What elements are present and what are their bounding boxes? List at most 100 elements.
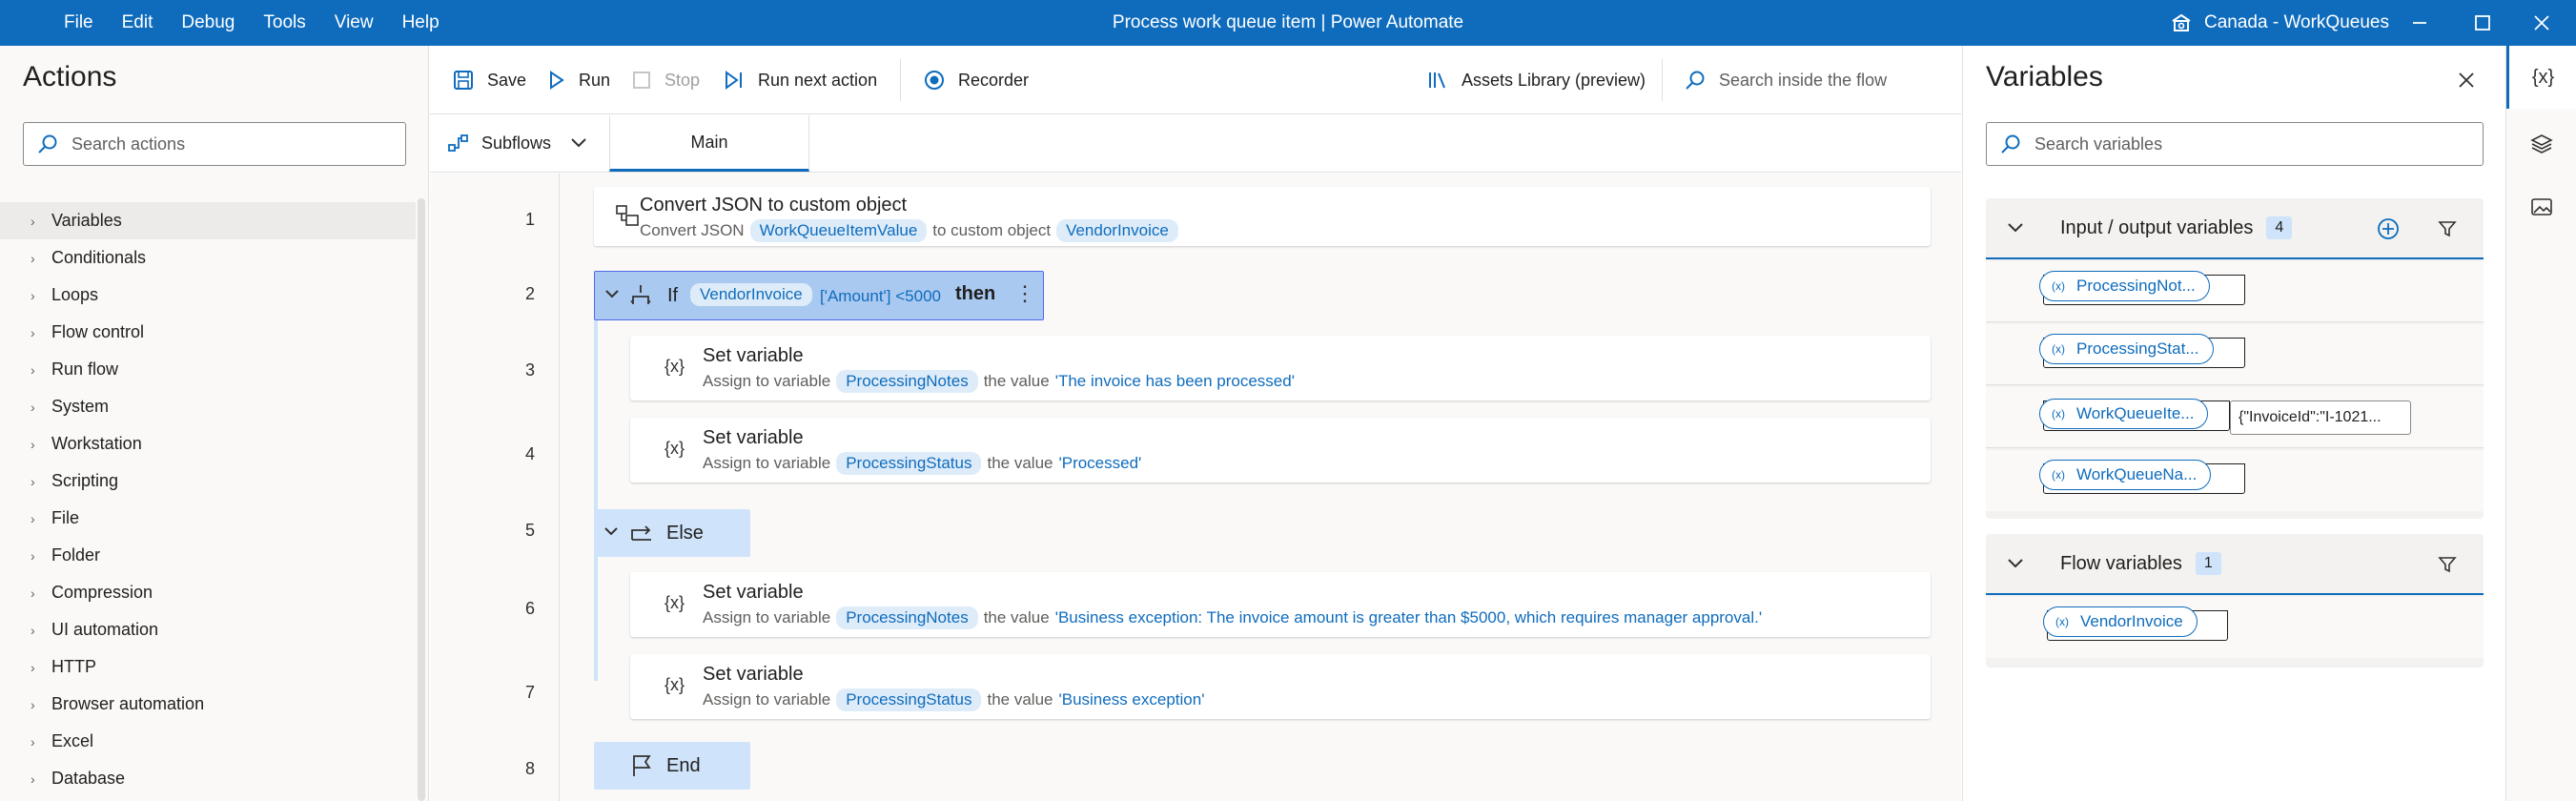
if-keyword: If (667, 285, 679, 306)
variable-row[interactable]: (x) WorkQueueNa... (1986, 450, 2484, 511)
variable-row[interactable]: (x) WorkQueueIte... {"InvoiceId":"I-1021.… (1986, 387, 2484, 448)
category-database[interactable]: › Database (0, 760, 416, 797)
category-loops[interactable]: › Loops (0, 277, 416, 314)
category-ui-automation[interactable]: › UI automation (0, 611, 416, 648)
menu-help[interactable]: Help (388, 12, 454, 33)
run-next-action-button[interactable]: Run next action (724, 46, 877, 114)
menu-view[interactable]: View (320, 12, 388, 33)
category-workstation[interactable]: › Workstation (0, 425, 416, 462)
variable-token[interactable]: VendorInvoice (690, 283, 812, 306)
desc-text: the value (983, 608, 1050, 626)
chevron-right-icon: › (31, 213, 35, 229)
category-browser-automation[interactable]: › Browser automation (0, 686, 416, 723)
recorder-label: Recorder (958, 70, 1030, 90)
variable-token[interactable]: ProcessingStatus (836, 688, 982, 711)
menu-edit[interactable]: Edit (108, 12, 168, 33)
line-number: 5 (524, 521, 535, 540)
category-scripting[interactable]: › Scripting (0, 462, 416, 500)
category-excel[interactable]: › Excel (0, 723, 416, 760)
category-label: Folder (51, 545, 101, 565)
category-compression[interactable]: › Compression (0, 574, 416, 611)
action-set-variable-status[interactable]: {x} Set variable Assign to variable Proc… (630, 418, 1931, 483)
variable-value-field[interactable]: {"InvoiceId":"I-1021... (2230, 400, 2411, 435)
ui-elements-rail-button[interactable] (2506, 113, 2576, 175)
category-variables[interactable]: › Variables (0, 202, 416, 239)
action-set-variable-status-exception[interactable]: {x} Set variable Assign to variable Proc… (630, 654, 1931, 719)
search-flow-input[interactable]: Search inside the flow (1685, 46, 1887, 114)
category-conditionals[interactable]: › Conditionals (0, 239, 416, 277)
literal-value: 'Business exception' (1058, 690, 1205, 709)
menu-debug[interactable]: Debug (167, 12, 249, 33)
chevron-down-icon (571, 138, 586, 148)
close-icon[interactable] (2457, 71, 2476, 90)
if-block-header[interactable]: If VendorInvoice ['Amount'] <5000 then ⋮ (594, 271, 1044, 320)
assets-library-button[interactable]: Assets Library (preview) (1427, 46, 1646, 114)
variable-pill[interactable]: (x) ProcessingStat... (2039, 334, 2214, 364)
variables-rail-button[interactable]: {x} (2506, 46, 2576, 109)
recorder-button[interactable]: Recorder (924, 46, 1029, 114)
action-description: Assign to variable ProcessingStatus the … (703, 688, 1204, 711)
end-keyword: End (666, 755, 701, 776)
category-file[interactable]: › File (0, 500, 416, 537)
subflows-dropdown[interactable]: Subflows (447, 115, 587, 171)
variable-pill[interactable]: (x) WorkQueueIte... (2039, 399, 2209, 429)
filter-icon[interactable] (2438, 555, 2457, 574)
search-icon (2001, 134, 2020, 154)
actions-scrollbar[interactable] (418, 198, 425, 801)
images-rail-button[interactable] (2506, 175, 2576, 238)
variable-pill[interactable]: (x) WorkQueueNa... (2039, 460, 2212, 490)
save-button[interactable]: Save (453, 46, 526, 114)
close-icon (2534, 15, 2549, 31)
action-set-variable-notes-exception[interactable]: {x} Set variable Assign to variable Proc… (630, 572, 1931, 637)
tab-main[interactable]: Main (609, 115, 809, 172)
variable-row[interactable]: (x) VendorInvoice (1986, 597, 2484, 658)
category-run-flow[interactable]: › Run flow (0, 351, 416, 388)
input-output-header[interactable]: Input / output variables 4 (1986, 198, 2484, 259)
filter-icon[interactable] (2438, 219, 2457, 238)
if-block-guide (594, 320, 598, 681)
desc-text: Assign to variable (703, 690, 831, 709)
variables-panel: Variables Search variables Input / outpu… (1962, 46, 2505, 801)
close-window-button[interactable] (2513, 0, 2570, 46)
run-button[interactable]: Run (548, 46, 610, 114)
more-options-icon[interactable]: ⋮ (1014, 281, 1035, 306)
add-icon[interactable] (2377, 217, 2400, 240)
variable-token[interactable]: ProcessingNotes (836, 370, 978, 393)
variable-token[interactable]: ProcessingNotes (836, 606, 978, 629)
minimize-button[interactable] (2391, 0, 2448, 46)
variable-row[interactable]: (x) ProcessingNot... (1986, 261, 2484, 322)
search-variables-input[interactable]: Search variables (1986, 122, 2484, 166)
library-icon (1429, 72, 1445, 89)
desc-text: the value (987, 690, 1053, 709)
count-badge: 4 (2266, 216, 2293, 239)
action-description: Assign to variable ProcessingStatus the … (703, 452, 1141, 475)
category-system[interactable]: › System (0, 388, 416, 425)
category-label: Excel (51, 731, 94, 750)
assets-label: Assets Library (preview) (1462, 70, 1646, 90)
stop-button[interactable]: Stop (632, 46, 700, 114)
maximize-button[interactable] (2454, 0, 2511, 46)
variable-row[interactable]: (x) ProcessingStat... (1986, 324, 2484, 385)
environment-picker[interactable]: Canada - WorkQueues (2170, 0, 2389, 46)
action-convert-json[interactable]: Convert JSON to custom object Convert JS… (594, 187, 1931, 246)
category-label: Loops (51, 285, 99, 304)
menu-file[interactable]: File (50, 12, 108, 33)
variable-pill[interactable]: (x) VendorInvoice (2043, 606, 2198, 637)
category-flow-control[interactable]: › Flow control (0, 314, 416, 351)
variable-glyph: (x) (2052, 279, 2065, 293)
flow-variables-header[interactable]: Flow variables 1 (1986, 534, 2484, 595)
variable-token[interactable]: VendorInvoice (1056, 219, 1178, 242)
variable-token[interactable]: ProcessingStatus (836, 452, 982, 475)
search-actions-placeholder: Search actions (72, 134, 186, 154)
category-http[interactable]: › HTTP (0, 648, 416, 686)
action-set-variable-notes[interactable]: {x} Set variable Assign to variable Proc… (630, 336, 1931, 400)
category-folder[interactable]: › Folder (0, 537, 416, 574)
menu-tools[interactable]: Tools (249, 12, 319, 33)
variable-token[interactable]: WorkQueueItemValue (749, 219, 928, 242)
category-label: Compression (51, 583, 153, 602)
search-actions-input[interactable]: Search actions (23, 122, 406, 166)
else-block-header[interactable]: Else (594, 509, 750, 557)
menu-bar: File Edit Debug Tools View Help (50, 0, 454, 46)
end-block[interactable]: End (594, 742, 750, 790)
variable-pill[interactable]: (x) ProcessingNot... (2039, 271, 2210, 301)
